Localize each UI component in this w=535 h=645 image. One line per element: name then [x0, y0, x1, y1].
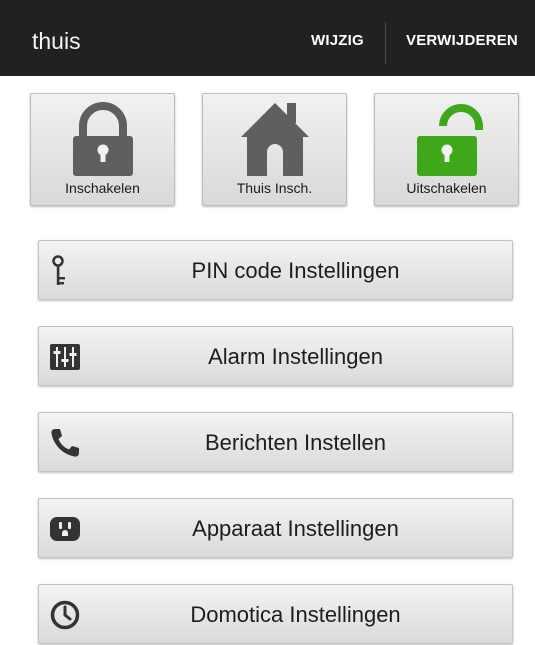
action-bar-divider	[385, 22, 386, 64]
domotica-settings-label: Domotica Instellingen	[190, 602, 401, 627]
arm-button-label: Inschakelen	[65, 180, 140, 196]
lock-closed-icon	[73, 102, 133, 176]
device-settings-button[interactable]: Apparaat Instellingen	[38, 498, 513, 558]
sliders-icon	[50, 344, 80, 370]
message-settings-button[interactable]: Berichten Instellen	[38, 412, 513, 472]
pin-settings-label: PIN code Instellingen	[191, 258, 400, 283]
alarm-settings-label: Alarm Instellingen	[208, 344, 383, 369]
home-arm-button-label: Thuis Insch.	[236, 180, 313, 196]
disarm-button-label: Uitschakelen	[406, 180, 487, 196]
edit-button[interactable]: WIJZIG	[311, 0, 364, 76]
delete-button[interactable]: VERWIJDEREN	[406, 0, 518, 76]
key-icon	[52, 255, 65, 285]
phone-icon	[51, 429, 79, 457]
domotica-settings-button[interactable]: Domotica Instellingen	[38, 584, 513, 644]
lock-open-icon	[417, 104, 483, 176]
app-title: thuis	[32, 28, 81, 54]
device-settings-label: Apparaat Instellingen	[192, 516, 399, 541]
clock-icon	[50, 600, 80, 630]
action-bar: thuis WIJZIG VERWIJDEREN	[0, 0, 535, 76]
socket-icon	[50, 517, 80, 541]
home-arm-button[interactable]: Thuis Insch.	[202, 93, 347, 206]
message-settings-label: Berichten Instellen	[205, 430, 386, 455]
arm-button[interactable]: Inschakelen	[30, 93, 175, 206]
alarm-settings-button[interactable]: Alarm Instellingen	[38, 326, 513, 386]
pin-settings-button[interactable]: PIN code Instellingen	[38, 240, 513, 300]
house-icon	[241, 103, 309, 176]
disarm-button[interactable]: Uitschakelen	[374, 93, 519, 206]
